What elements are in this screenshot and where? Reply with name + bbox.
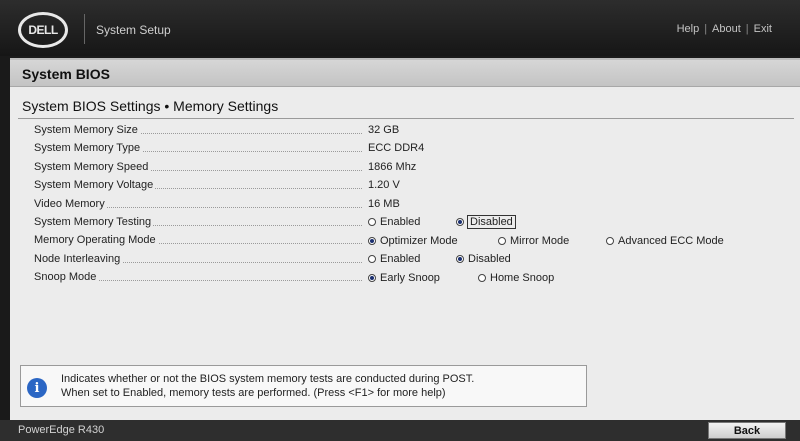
settings-list: System Memory Size 32 GB System Memory T… [10,122,800,288]
radio-circle-icon [368,218,376,227]
setting-row-memory-voltage: System Memory Voltage 1.20 V [10,177,800,195]
setting-row-memory-size: System Memory Size 32 GB [10,122,800,140]
radio-circle-icon [456,218,464,227]
node-interleaving-enabled-radio[interactable]: Enabled [368,252,420,267]
setting-label: Video Memory [34,197,107,210]
radio-label: Enabled [380,216,421,229]
radio-label: Home Snoop [490,271,555,284]
setting-label: Memory Operating Mode [34,234,158,247]
radio-label: Optimizer Mode [380,234,458,247]
setting-value: ECC DDR4 [368,142,425,155]
radio-label: Early Snoop [380,271,440,284]
memory-testing-disabled-radio[interactable]: Disabled [456,215,516,230]
info-icon: i [27,378,47,398]
model-name: PowerEdge R430 [18,424,105,436]
setting-label: Snoop Mode [34,271,99,284]
dell-logo: DELL [18,12,68,48]
setting-value: 1.20 V [368,179,400,192]
advanced-ecc-mode-radio[interactable]: Advanced ECC Mode [606,233,724,248]
section-title: System BIOS [22,66,110,82]
radio-circle-icon [606,236,614,245]
radio-circle-icon [498,236,506,245]
setting-row-memory-type: System Memory Type ECC DDR4 [10,140,800,158]
setting-value: 16 MB [368,197,400,210]
section-bar: System BIOS [10,60,800,87]
mirror-mode-radio[interactable]: Mirror Mode [498,233,569,248]
help-box: i Indicates whether or not the BIOS syst… [20,365,587,407]
early-snoop-radio[interactable]: Early Snoop [368,270,440,285]
setting-label: System Memory Speed [34,160,151,173]
header-links: Help | About | Exit [677,23,772,35]
setting-label: System Memory Testing [34,215,154,228]
memory-testing-enabled-radio[interactable]: Enabled [368,215,420,230]
radio-circle-icon [368,255,376,264]
setting-row-node-interleaving: Node Interleaving Enabled Disabled [10,251,800,269]
optimizer-mode-radio[interactable]: Optimizer Mode [368,233,458,248]
help-line-1: Indicates whether or not the BIOS system… [61,373,475,385]
home-snoop-radio[interactable]: Home Snoop [478,270,554,285]
setting-label: System Memory Voltage [34,179,156,192]
radio-label: Mirror Mode [510,234,570,247]
about-link[interactable]: About [712,23,741,35]
help-text: Indicates whether or not the BIOS system… [61,372,474,400]
setting-row-memory-speed: System Memory Speed 1866 Mhz [10,159,800,177]
radio-label: Disabled [467,215,516,230]
setting-row-memory-operating-mode: Memory Operating Mode Optimizer Mode Mir… [10,232,800,250]
exit-link[interactable]: Exit [754,23,772,35]
radio-circle-icon [368,273,376,282]
radio-label: Disabled [468,253,511,266]
setting-label: Node Interleaving [34,252,123,265]
setting-value: 1866 Mhz [368,160,417,173]
setting-value: 32 GB [368,124,400,136]
radio-label: Enabled [380,253,421,266]
header-divider [84,14,85,44]
setting-row-video-memory: Video Memory 16 MB [10,196,800,214]
title-divider [18,118,794,119]
setting-label: System Memory Type [34,142,143,155]
back-button[interactable]: Back [708,422,786,439]
app-title: System Setup [96,23,171,37]
radio-circle-icon [456,255,464,264]
help-line-2: When set to Enabled, memory tests are pe… [61,387,446,399]
main-panel: System BIOS System BIOS Settings • Memor… [10,58,800,362]
radio-label: Advanced ECC Mode [618,234,724,247]
footer-bar: PowerEdge R430 Back [0,420,800,441]
header-bar: DELL System Setup Help | About | Exit [0,0,800,56]
link-separator: | [704,23,708,35]
radio-circle-icon [478,273,486,282]
link-separator: | [745,23,749,35]
radio-circle-icon [368,236,376,245]
help-link[interactable]: Help [677,23,700,35]
page-title: System BIOS Settings • Memory Settings [22,98,279,114]
setting-row-snoop-mode: Snoop Mode Early Snoop Home Snoop [10,269,800,287]
setting-row-memory-testing: System Memory Testing Enabled Disabled [10,214,800,232]
node-interleaving-disabled-radio[interactable]: Disabled [456,252,511,267]
setting-label: System Memory Size [34,124,140,136]
